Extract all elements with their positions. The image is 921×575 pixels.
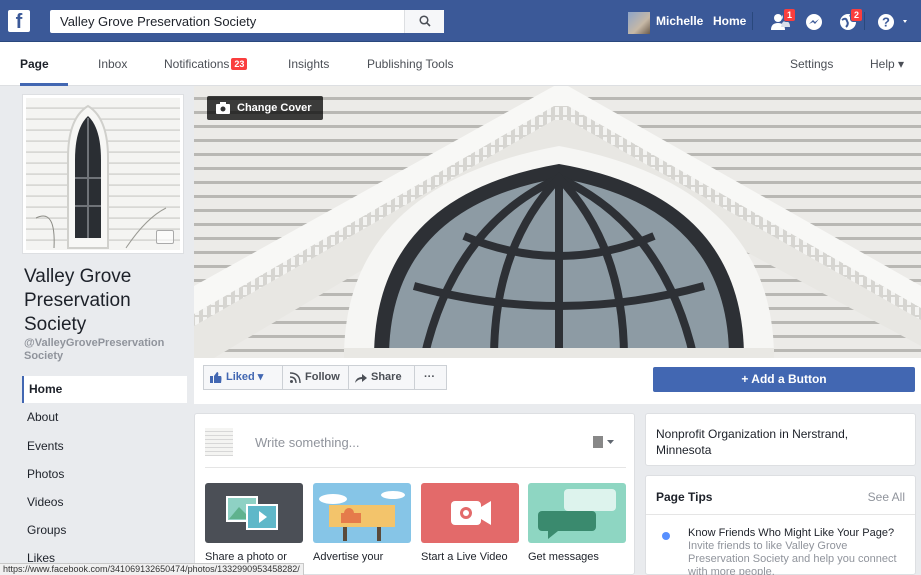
page-title: Valley Grove Preservation Society — [24, 266, 132, 335]
message-bubbles-icon — [538, 489, 616, 539]
share-photo-label: Share a photo or — [205, 551, 287, 563]
page-category-box: Nonprofit Organization in Nerstrand, Min… — [645, 413, 916, 466]
tab-inbox[interactable]: Inbox — [98, 42, 127, 86]
page-category: Nonprofit Organization in Nerstrand, Min… — [656, 427, 849, 457]
page-avatar-small — [593, 436, 603, 448]
tip-title[interactable]: Know Friends Who Might Like Your Page? — [688, 527, 894, 539]
facebook-logo-icon[interactable]: f — [8, 10, 30, 32]
search-button[interactable] — [404, 10, 444, 33]
divider — [752, 12, 753, 30]
sidebar-item-videos[interactable]: Videos — [22, 489, 187, 516]
share-label: Share — [371, 371, 402, 383]
sidebar-item-groups[interactable]: Groups — [22, 517, 187, 544]
cover-photo[interactable] — [194, 86, 921, 358]
browser-status-url: https://www.facebook.com/341069132650474… — [0, 563, 304, 575]
billboard-icon — [319, 491, 405, 541]
post-as-selector[interactable] — [593, 436, 615, 450]
add-a-button[interactable]: + Add a Button — [653, 367, 915, 392]
more-options-button[interactable]: ··· — [414, 365, 447, 390]
tab-insights[interactable]: Insights — [288, 42, 329, 86]
page-username[interactable]: @ValleyGrovePreservation Society — [24, 337, 184, 363]
rss-icon — [290, 372, 301, 383]
see-all-link[interactable]: See All — [868, 490, 905, 504]
notifications-badge: 2 — [850, 8, 864, 22]
sidebar-item-photos[interactable]: Photos — [22, 461, 187, 488]
thumbs-up-icon — [210, 372, 222, 383]
notifications-globe-icon[interactable]: 2 — [838, 8, 864, 32]
home-link[interactable]: Home — [713, 0, 746, 42]
sidebar-item-events[interactable]: Events — [22, 433, 187, 460]
messenger-icon[interactable] — [804, 12, 826, 32]
divider — [864, 12, 865, 30]
friend-requests-icon[interactable]: 1 — [770, 8, 797, 32]
get-messages-label: Get messages — [528, 551, 599, 563]
tab-notifications-label: Notifications — [164, 57, 230, 71]
settings-link[interactable]: Settings — [790, 42, 833, 86]
follow-button[interactable]: Follow — [282, 365, 349, 390]
live-video-card[interactable] — [421, 483, 519, 543]
church-gable-image — [194, 86, 921, 358]
liked-button[interactable]: Liked ▾ — [203, 365, 284, 390]
share-photo-card[interactable] — [205, 483, 303, 543]
friend-requests-badge: 1 — [783, 8, 797, 22]
tab-notifications[interactable]: Notifications 23 — [164, 42, 248, 86]
church-window-image — [35, 104, 167, 249]
advertise-label: Advertise your — [313, 551, 384, 563]
help-dropdown[interactable]: Help ▾ — [870, 42, 904, 86]
search-input[interactable]: Valley Grove Preservation Society — [50, 10, 444, 33]
tab-publishing-tools[interactable]: Publishing Tools — [367, 42, 454, 86]
top-bar: f Valley Grove Preservation Society Mich… — [0, 0, 921, 42]
live-video-label: Start a Live Video — [421, 551, 508, 563]
divider — [205, 467, 626, 468]
tab-page[interactable]: Page — [20, 42, 68, 86]
composer-input[interactable]: Write something... — [255, 435, 360, 450]
divider — [646, 514, 915, 515]
page-tabs-bar: Page Inbox Notifications 23 Insights Publ… — [0, 42, 921, 86]
share-button[interactable]: Share — [348, 365, 415, 390]
sidebar-item-about[interactable]: About — [22, 404, 187, 431]
change-cover-button[interactable]: Change Cover — [207, 96, 323, 120]
get-messages-card[interactable] — [528, 483, 626, 543]
share-arrow-icon — [355, 374, 367, 383]
sidebar-item-home[interactable]: Home — [22, 376, 187, 403]
profile-picture[interactable] — [22, 94, 184, 254]
help-icon[interactable]: ? — [876, 12, 907, 32]
video-camera-icon — [451, 501, 491, 525]
advertise-card[interactable] — [313, 483, 411, 543]
logo-letter: f — [15, 11, 23, 32]
change-cover-label: Change Cover — [237, 102, 312, 114]
svg-text:?: ? — [882, 15, 890, 30]
user-avatar[interactable] — [628, 12, 650, 34]
search-icon — [419, 15, 431, 27]
camera-icon[interactable] — [156, 230, 174, 244]
notifications-count-badge: 23 — [231, 58, 248, 70]
follow-label: Follow — [305, 371, 340, 383]
lightbulb-icon — [662, 532, 670, 540]
camera-icon — [216, 102, 230, 114]
user-name-link[interactable]: Michelle — [656, 0, 703, 42]
post-composer: Write something... Share a photo or Adve… — [194, 413, 635, 575]
page-tips-box: Page Tips See All Know Friends Who Might… — [645, 475, 916, 575]
page-tips-title: Page Tips — [656, 490, 713, 504]
photo-video-icon — [226, 496, 278, 530]
chevron-down-icon — [607, 440, 614, 444]
page-avatar — [205, 428, 233, 456]
tip-description: Invite friends to like Valley Grove Pres… — [688, 540, 897, 575]
liked-label: Liked ▾ — [226, 371, 264, 383]
